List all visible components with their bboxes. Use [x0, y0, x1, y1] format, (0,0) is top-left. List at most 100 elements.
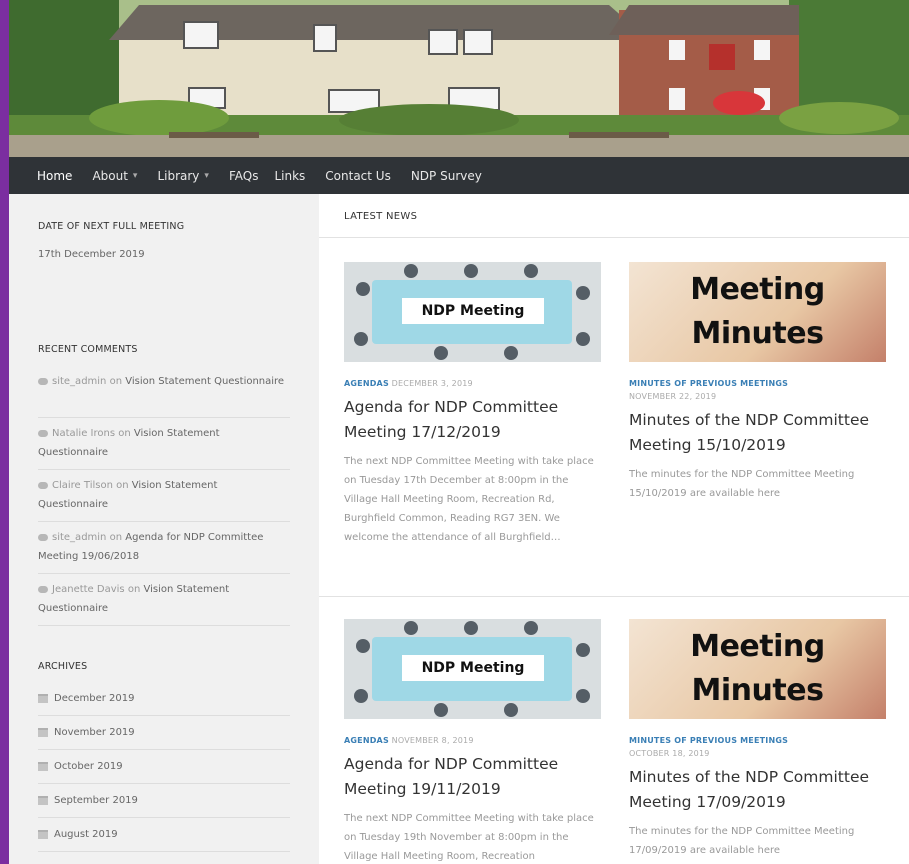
- archive-label: November 2019: [54, 727, 135, 738]
- left-accent-border: [0, 0, 9, 864]
- person-graphic: [354, 332, 368, 346]
- calendar-icon: [38, 830, 48, 839]
- comment-on-text: on: [118, 428, 131, 439]
- post-meta: MINUTES OF PREVIOUS MEETINGS OCTOBER 18,…: [629, 734, 887, 760]
- list-item: site_admin on Agenda for NDP Committee M…: [38, 522, 290, 574]
- archive-link[interactable]: November 2019: [38, 716, 290, 750]
- person-graphic: [524, 264, 538, 278]
- post-title[interactable]: Minutes of the NDP Committee Meeting 17/…: [629, 765, 887, 815]
- thumbnail-caption: Meeting: [690, 629, 825, 664]
- post-date: DECEMBER 3, 2019: [391, 379, 473, 388]
- post-card: Meeting Minutes MINUTES OF PREVIOUS MEET…: [629, 262, 887, 503]
- calendar-icon: [38, 796, 48, 805]
- nav-item-home[interactable]: Home: [37, 169, 72, 183]
- post-thumbnail[interactable]: NDP Meeting: [344, 619, 601, 719]
- main-content: LATEST NEWS NDP Meeting AGENDAS DECEMBER…: [319, 194, 909, 864]
- nav-item-faqs[interactable]: FAQs: [229, 169, 259, 183]
- comment-author[interactable]: site_admin: [52, 532, 106, 543]
- calendar-icon: [38, 694, 48, 703]
- next-meeting-date: 17th December 2019: [38, 249, 145, 260]
- post-category[interactable]: AGENDAS: [344, 379, 389, 388]
- header-banner-image: [9, 0, 909, 157]
- comment-icon: [38, 481, 48, 489]
- archives-list: December 2019 November 2019 October 2019…: [38, 682, 290, 852]
- comment-on-text: on: [109, 376, 123, 387]
- chevron-down-icon: ▾: [204, 170, 209, 181]
- person-graphic: [576, 689, 590, 703]
- post-excerpt: The minutes for the NDP Committee Meetin…: [629, 826, 855, 856]
- post-excerpt: The next NDP Committee Meeting with take…: [344, 813, 594, 862]
- comment-author[interactable]: Jeanette Davis: [52, 584, 125, 595]
- nav-item-library[interactable]: Library ▾: [157, 169, 209, 183]
- latest-news-title: LATEST NEWS: [344, 211, 418, 222]
- nav-label: Library: [157, 168, 200, 183]
- archive-label: August 2019: [54, 829, 118, 840]
- person-graphic: [504, 703, 518, 717]
- thumbnail-caption: Minutes: [691, 316, 824, 351]
- comment-author[interactable]: Claire Tilson: [52, 480, 113, 491]
- recent-comments-list: site_admin on Vision Statement Questionn…: [38, 366, 290, 626]
- post-meta: AGENDAS DECEMBER 3, 2019: [344, 377, 602, 390]
- person-graphic: [576, 286, 590, 300]
- post-date: NOVEMBER 8, 2019: [391, 736, 474, 745]
- nav-item-contact-us[interactable]: Contact Us: [325, 169, 391, 183]
- person-graphic: [434, 346, 448, 360]
- archive-link[interactable]: August 2019: [38, 818, 290, 852]
- person-graphic: [576, 643, 590, 657]
- post-thumbnail[interactable]: Meeting Minutes: [629, 619, 886, 719]
- comment-post-link[interactable]: Vision Statement Questionnaire: [125, 376, 284, 387]
- post-category[interactable]: MINUTES OF PREVIOUS MEETINGS: [629, 734, 887, 747]
- post-thumbnail[interactable]: Meeting Minutes: [629, 262, 886, 362]
- divider: [319, 237, 909, 238]
- post-card: Meeting Minutes MINUTES OF PREVIOUS MEET…: [629, 619, 887, 860]
- person-graphic: [356, 282, 370, 296]
- recent-comments-widget-title: RECENT COMMENTS: [38, 344, 138, 355]
- person-graphic: [464, 264, 478, 278]
- list-item: Jeanette Davis on Vision Statement Quest…: [38, 574, 290, 626]
- post-title[interactable]: Minutes of the NDP Committee Meeting 15/…: [629, 408, 887, 458]
- comment-on-text: on: [116, 480, 129, 491]
- person-graphic: [356, 639, 370, 653]
- comment-author[interactable]: site_admin: [52, 376, 106, 387]
- archive-label: December 2019: [54, 693, 135, 704]
- comment-on-text: on: [127, 584, 141, 595]
- comment-icon: [38, 533, 48, 541]
- person-graphic: [576, 332, 590, 346]
- post-title[interactable]: Agenda for NDP Committee Meeting 19/11/2…: [344, 752, 602, 802]
- comment-icon: [38, 585, 48, 593]
- nav-item-ndp-survey[interactable]: NDP Survey: [411, 169, 482, 183]
- archive-label: September 2019: [54, 795, 138, 806]
- nav-label: FAQs: [228, 168, 259, 183]
- thumbnail-caption: Meeting: [690, 272, 825, 307]
- archive-link[interactable]: December 2019: [38, 682, 290, 716]
- sidebar: DATE OF NEXT FULL MEETING 17th December …: [9, 194, 319, 864]
- next-meeting-widget-title: DATE OF NEXT FULL MEETING: [38, 221, 185, 232]
- list-item: Natalie Irons on Vision Statement Questi…: [38, 418, 290, 470]
- archives-widget-title: ARCHIVES: [38, 661, 88, 672]
- calendar-icon: [38, 762, 48, 771]
- nav-item-links[interactable]: Links: [274, 169, 305, 183]
- person-graphic: [464, 621, 478, 635]
- person-graphic: [404, 264, 418, 278]
- post-category[interactable]: MINUTES OF PREVIOUS MEETINGS: [629, 377, 887, 390]
- person-graphic: [524, 621, 538, 635]
- post-meta: MINUTES OF PREVIOUS MEETINGS NOVEMBER 22…: [629, 377, 887, 403]
- nav-item-about[interactable]: About ▾: [92, 169, 137, 183]
- post-card: NDP Meeting AGENDAS DECEMBER 3, 2019 Age…: [344, 262, 602, 547]
- post-category[interactable]: AGENDAS: [344, 736, 389, 745]
- post-thumbnail[interactable]: NDP Meeting: [344, 262, 601, 362]
- post-meta: AGENDAS NOVEMBER 8, 2019: [344, 734, 602, 747]
- post-excerpt: The next NDP Committee Meeting with take…: [344, 456, 594, 543]
- post-date: NOVEMBER 22, 2019: [629, 392, 717, 401]
- archive-link[interactable]: October 2019: [38, 750, 290, 784]
- person-graphic: [354, 689, 368, 703]
- person-graphic: [404, 621, 418, 635]
- divider: [319, 596, 909, 597]
- comment-on-text: on: [109, 532, 123, 543]
- person-graphic: [434, 703, 448, 717]
- calendar-icon: [38, 728, 48, 737]
- comment-author[interactable]: Natalie Irons: [52, 428, 115, 439]
- archive-link[interactable]: September 2019: [38, 784, 290, 818]
- post-title[interactable]: Agenda for NDP Committee Meeting 17/12/2…: [344, 395, 602, 445]
- nav-label: Home: [37, 168, 73, 183]
